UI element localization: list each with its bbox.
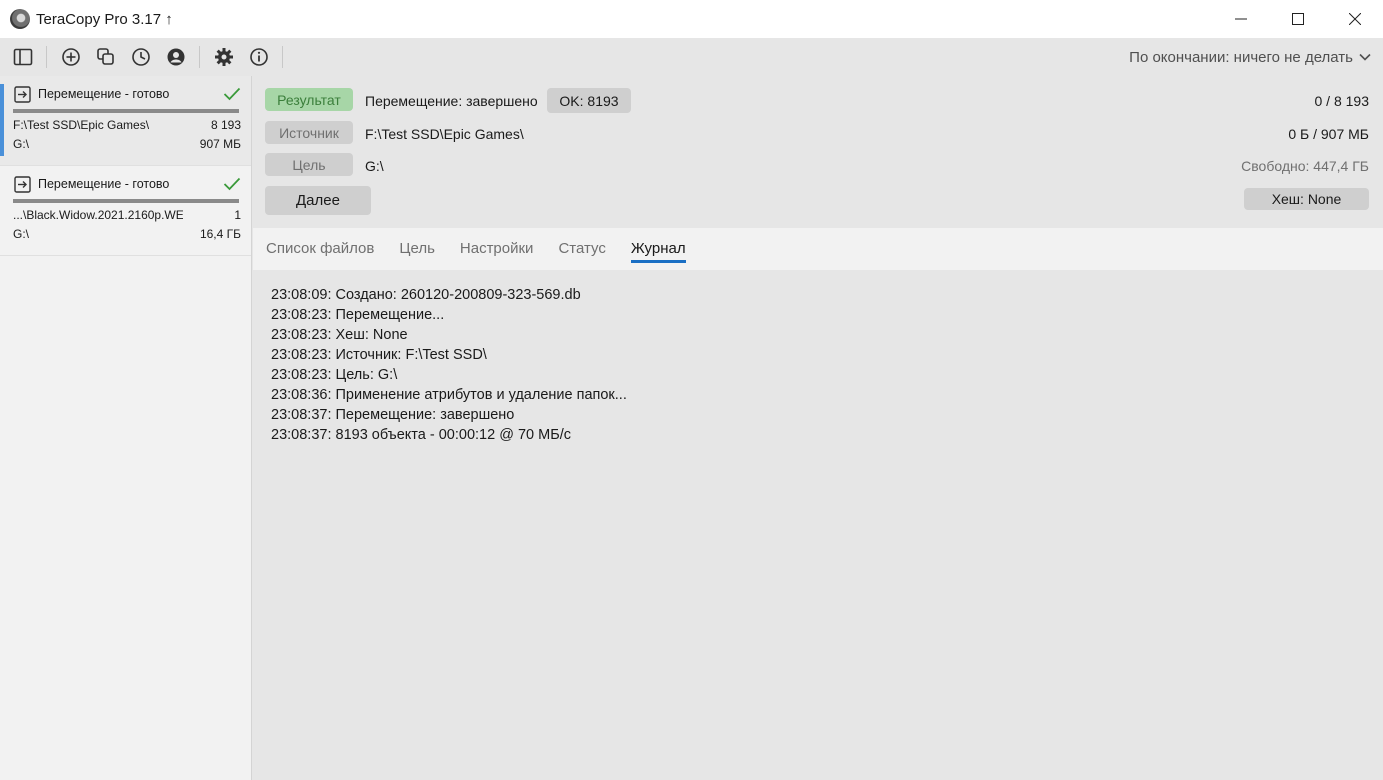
target-path[interactable]: G:\ — [365, 158, 384, 174]
log-line: 23:08:23: Перемещение... — [271, 307, 445, 323]
move-icon — [13, 85, 31, 103]
job-source: F:\Test SSD\Epic Games\ — [13, 118, 150, 132]
title-bar: TeraCopy Pro 3.17 ↑ — [0, 0, 1383, 38]
tab-bar: Список файлов Цель Настройки Статус Журн… — [253, 228, 1383, 270]
tab-settings[interactable]: Настройки — [460, 228, 534, 270]
toolbar-separator — [46, 46, 47, 68]
minimize-icon — [1234, 18, 1247, 20]
job-target: G:\ — [13, 227, 30, 241]
next-button[interactable]: Далее — [265, 186, 371, 215]
job-progress-bar — [13, 109, 239, 113]
info-button[interactable] — [241, 38, 276, 76]
add-button[interactable] — [53, 38, 88, 76]
panel-toggle-button[interactable] — [5, 38, 40, 76]
result-value: Перемещение: завершено — [365, 93, 538, 109]
tab-status[interactable]: Статус — [558, 228, 605, 270]
history-icon — [131, 48, 150, 66]
app-logo-icon — [10, 9, 30, 29]
checkmark-icon — [223, 87, 241, 101]
job-item[interactable]: Перемещение - готово ...\Black.Widow.202… — [0, 166, 251, 256]
job-file-count: 8 193 — [210, 118, 241, 132]
info-icon — [249, 48, 268, 66]
free-space: Свободно: 447,4 ГБ — [1241, 158, 1369, 174]
checkmark-icon — [223, 177, 241, 191]
log-line: 23:08:09: Создано: 260120-200809-323-569… — [271, 287, 581, 303]
log-line: 23:08:23: Хеш: None — [271, 327, 408, 343]
job-progress-bar — [13, 199, 239, 203]
toolbar: По окончании: ничего не делать — [0, 38, 1383, 76]
tab-target[interactable]: Цель — [399, 228, 435, 270]
tab-log[interactable]: Журнал — [630, 228, 686, 270]
on-finish-label: По окончании: ничего не делать — [1129, 48, 1353, 66]
copy-button[interactable] — [88, 38, 123, 76]
toolbar-separator — [282, 46, 283, 68]
close-button[interactable] — [1326, 0, 1383, 38]
source-label: Источник — [265, 121, 353, 144]
window-controls — [1212, 0, 1383, 38]
add-icon — [61, 48, 80, 66]
tab-file-list[interactable]: Список файлов — [266, 228, 374, 270]
hash-badge[interactable]: Хеш: None — [1244, 188, 1369, 210]
job-size: 907 МБ — [199, 137, 241, 151]
history-button[interactable] — [123, 38, 158, 76]
chevron-down-icon — [1359, 53, 1371, 61]
user-icon — [167, 48, 184, 66]
source-path[interactable]: F:\Test SSD\Epic Games\ — [365, 126, 524, 142]
job-title: Перемещение - готово — [38, 177, 170, 191]
log-line: 23:08:36: Применение атрибутов и удалени… — [271, 387, 627, 403]
maximize-icon — [1291, 13, 1304, 25]
job-file-count: 1 — [234, 208, 241, 222]
log-line: 23:08:37: Перемещение: завершено — [271, 407, 515, 423]
settings-icon — [214, 48, 233, 66]
toolbar-separator — [199, 46, 200, 68]
log-line: 23:08:23: Источник: F:\Test SSD\ — [271, 347, 487, 363]
job-size: 16,4 ГБ — [199, 227, 241, 241]
job-item[interactable]: Перемещение - готово F:\Test SSD\Epic Ga… — [0, 76, 251, 166]
on-finish-dropdown[interactable]: По окончании: ничего не делать — [1129, 38, 1371, 76]
minimize-button[interactable] — [1212, 0, 1269, 38]
close-icon — [1348, 13, 1361, 25]
user-button[interactable] — [158, 38, 193, 76]
move-icon — [13, 175, 31, 193]
panel-toggle-icon — [13, 48, 32, 66]
ok-count-badge[interactable]: OK: 8193 — [547, 88, 631, 113]
settings-button[interactable] — [206, 38, 241, 76]
size-progress: 0 Б / 907 МБ — [1288, 126, 1369, 142]
window-title: TeraCopy Pro 3.17 ↑ — [36, 10, 173, 28]
target-label: Цель — [265, 153, 353, 176]
result-label: Результат — [265, 88, 353, 111]
job-target: G:\ — [13, 137, 30, 151]
job-source: ...\Black.Widow.2021.2160p.WEB — [13, 208, 183, 222]
copy-icon — [96, 48, 114, 65]
log-line: 23:08:37: 8193 объекта - 00:00:12 @ 70 М… — [271, 427, 571, 443]
job-info-panel: Результат Перемещение: завершено OK: 819… — [253, 76, 1383, 228]
maximize-button[interactable] — [1269, 0, 1326, 38]
progress-count: 0 / 8 193 — [1314, 93, 1370, 109]
log-line: 23:08:23: Цель: G:\ — [271, 367, 398, 383]
job-title: Перемещение - готово — [38, 87, 170, 101]
log-panel: 23:08:09: Создано: 260120-200809-323-569… — [253, 270, 1383, 780]
jobs-sidebar: Перемещение - готово F:\Test SSD\Epic Ga… — [0, 76, 252, 780]
